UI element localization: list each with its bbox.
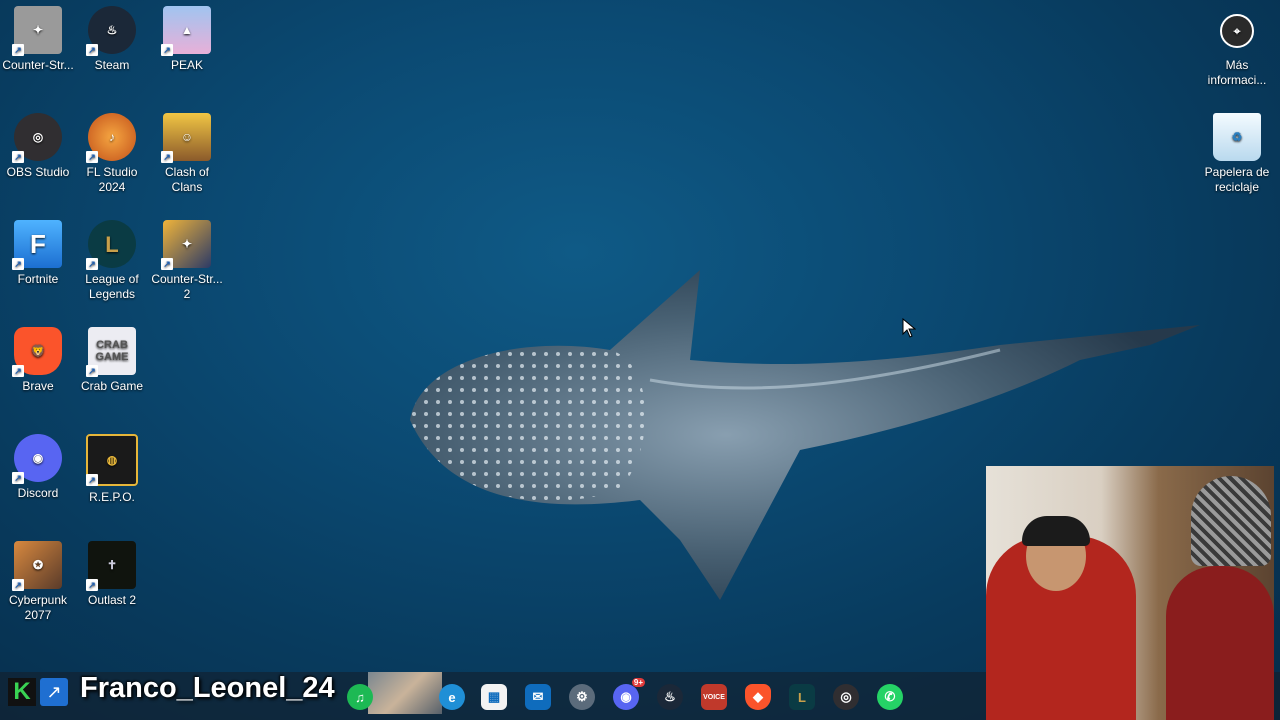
desktop-icon-crab-game[interactable]: CRAB GAME ↗ Crab Game — [74, 321, 150, 394]
league-of-legends-taskbar-icon[interactable]: L — [789, 684, 815, 710]
desktop-icon-label: Fortnite — [17, 272, 59, 286]
shortcut-arrow-icon: ↗ — [12, 472, 24, 484]
desktop-icon-fortnite[interactable]: F ↗ Fortnite — [0, 214, 76, 287]
outlook-icon[interactable]: ✉ — [525, 684, 551, 710]
desktop-icon-cyberpunk-2077[interactable]: ✪ ↗ Cyberpunk 2077 — [0, 535, 76, 623]
spotify-icon[interactable]: ♫ — [347, 684, 373, 710]
shortcut-arrow-icon: ↗ — [161, 258, 173, 270]
desktop-icon-label: Más informaci... — [1207, 58, 1267, 87]
fl-studio-icon: ♪ ↗ — [86, 113, 136, 163]
shortcut-arrow-icon: ↗ — [86, 44, 98, 56]
discord-taskbar-icon[interactable]: ◉ 9+ — [613, 678, 645, 710]
brave-icon: 🦁 ↗ — [12, 327, 62, 377]
whatsapp-icon[interactable]: ✆ — [877, 684, 903, 710]
desktop-icon-mas-informacion[interactable]: ⌖ Más informaci... — [1199, 0, 1275, 88]
steam-icon: ♨ ↗ — [86, 6, 136, 56]
shortcut-arrow-icon: ↗ — [161, 44, 173, 56]
microsoft-store-icon[interactable]: ▦ — [481, 684, 507, 710]
mouse-pointer-icon — [902, 318, 916, 338]
clash-of-clans-icon: ☺ ↗ — [161, 113, 211, 163]
desktop-icon-brave[interactable]: 🦁 ↗ Brave — [0, 321, 76, 394]
desktop-icon-steam[interactable]: ♨ ↗ Steam — [74, 0, 150, 73]
repo-icon: ◍ ↗ — [86, 434, 138, 486]
shortcut-arrow-icon: ↗ — [161, 151, 173, 163]
desktop-icon-label: Discord — [17, 486, 59, 500]
streamer-name-overlay: Franco_Leonel_24 — [80, 672, 335, 704]
shortcut-arrow-icon: ↗ — [86, 151, 98, 163]
outlast-2-icon: ✝ ↗ — [86, 541, 136, 591]
shortcut-arrow-icon: ↗ — [86, 258, 98, 270]
desktop-icon-obs-studio[interactable]: ◎ ↗ OBS Studio — [0, 107, 76, 180]
peak-icon: ▲ ↗ — [161, 6, 211, 56]
desktop-icon-label: Steam — [94, 58, 130, 72]
webcam-hair-left — [1022, 516, 1090, 546]
steam-taskbar-icon[interactable]: ♨ — [657, 684, 683, 710]
desktop-icon-label: Cyberpunk 2077 — [8, 593, 68, 622]
counter-strike-icon: ✦ ↗ — [12, 6, 62, 56]
desktop-icon-label: PEAK — [170, 58, 203, 72]
counter-strike-2-icon: ✦ ↗ — [161, 220, 211, 270]
shortcut-arrow-icon: ↗ — [12, 365, 24, 377]
webcam-beanie-right — [1191, 476, 1271, 566]
shortcut-arrow-icon: ↗ — [12, 151, 24, 163]
obs-icon: ◎ ↗ — [12, 113, 62, 163]
desktop-icon-repo[interactable]: ◍ ↗ R.E.P.O. — [74, 428, 150, 505]
small-webcam-overlay — [368, 672, 442, 714]
shortcut-arrow-icon: ↗ — [86, 579, 98, 591]
crab-game-icon: CRAB GAME ↗ — [86, 327, 136, 377]
shortcut-arrow-icon: ↗ — [12, 579, 24, 591]
desktop-icon-fl-studio[interactable]: ♪ ↗ FL Studio 2024 — [74, 107, 150, 195]
voicemeeter-label: VOICE — [703, 693, 725, 701]
shortcut-arrow-icon: ↗ — [12, 44, 24, 56]
desktop-icon-outlast-2[interactable]: ✝ ↗ Outlast 2 — [74, 535, 150, 608]
desktop-icon-label: Papelera de reciclaje — [1204, 165, 1270, 194]
brave-taskbar-icon[interactable]: ◆ — [745, 684, 771, 710]
desktop-icon-counter-strike-2[interactable]: ✦ ↗ Counter-Str... 2 — [149, 214, 225, 302]
desktop-icon-recycle-bin[interactable]: ♻ Papelera de reciclaje — [1199, 107, 1275, 195]
obs-taskbar-icon[interactable]: ◎ — [833, 684, 859, 710]
discord-icon: ◉ ↗ — [12, 434, 62, 484]
webcam-person-right — [1166, 566, 1274, 720]
voicemeeter-icon[interactable]: VOICE — [701, 684, 727, 710]
desktop-icon-league-of-legends[interactable]: L ↗ League of Legends — [74, 214, 150, 302]
desktop-icon-label: Outlast 2 — [87, 593, 137, 607]
shortcut-arrow-icon: ↗ — [86, 474, 98, 486]
notification-badge: 9+ — [631, 678, 645, 687]
desktop-icon-label: R.E.P.O. — [89, 490, 135, 504]
desktop-icon-counter-strike[interactable]: ✦ ↗ Counter-Str... — [0, 0, 76, 73]
settings-icon[interactable]: ⚙ — [569, 684, 595, 710]
webcam-overlay — [986, 466, 1274, 720]
desktop-icon-label: FL Studio 2024 — [86, 165, 138, 194]
shortcut-arrow-icon: ↗ — [12, 258, 24, 270]
desktop-icon-clash-of-clans[interactable]: ☺ ↗ Clash of Clans — [149, 107, 225, 195]
desktop-icon-label: Brave — [22, 379, 54, 393]
desktop-icon-peak[interactable]: ▲ ↗ PEAK — [149, 0, 225, 73]
desktop-icon-label: OBS Studio — [6, 165, 70, 179]
recycle-bin-icon: ♻ — [1213, 113, 1261, 161]
arrow-logo-icon: ↗ — [40, 678, 68, 706]
fortnite-icon: F ↗ — [12, 220, 62, 270]
desktop-icon-label: Counter-Str... 2 — [151, 272, 223, 301]
shortcut-arrow-icon: ↗ — [86, 365, 98, 377]
info-icon: ⌖ — [1220, 14, 1254, 48]
league-of-legends-icon: L ↗ — [86, 220, 136, 270]
desktop-icon-label: Clash of Clans — [164, 165, 210, 194]
desktop-icon-discord[interactable]: ◉ ↗ Discord — [0, 428, 76, 501]
desktop-icon-label: Crab Game — [80, 379, 144, 393]
k-logo-icon: K — [8, 678, 36, 706]
edge-icon[interactable]: e — [439, 684, 465, 710]
cyberpunk-icon: ✪ ↗ — [12, 541, 62, 591]
desktop-icon-label: Counter-Str... — [2, 58, 74, 72]
desktop-icon-label: League of Legends — [85, 272, 139, 301]
